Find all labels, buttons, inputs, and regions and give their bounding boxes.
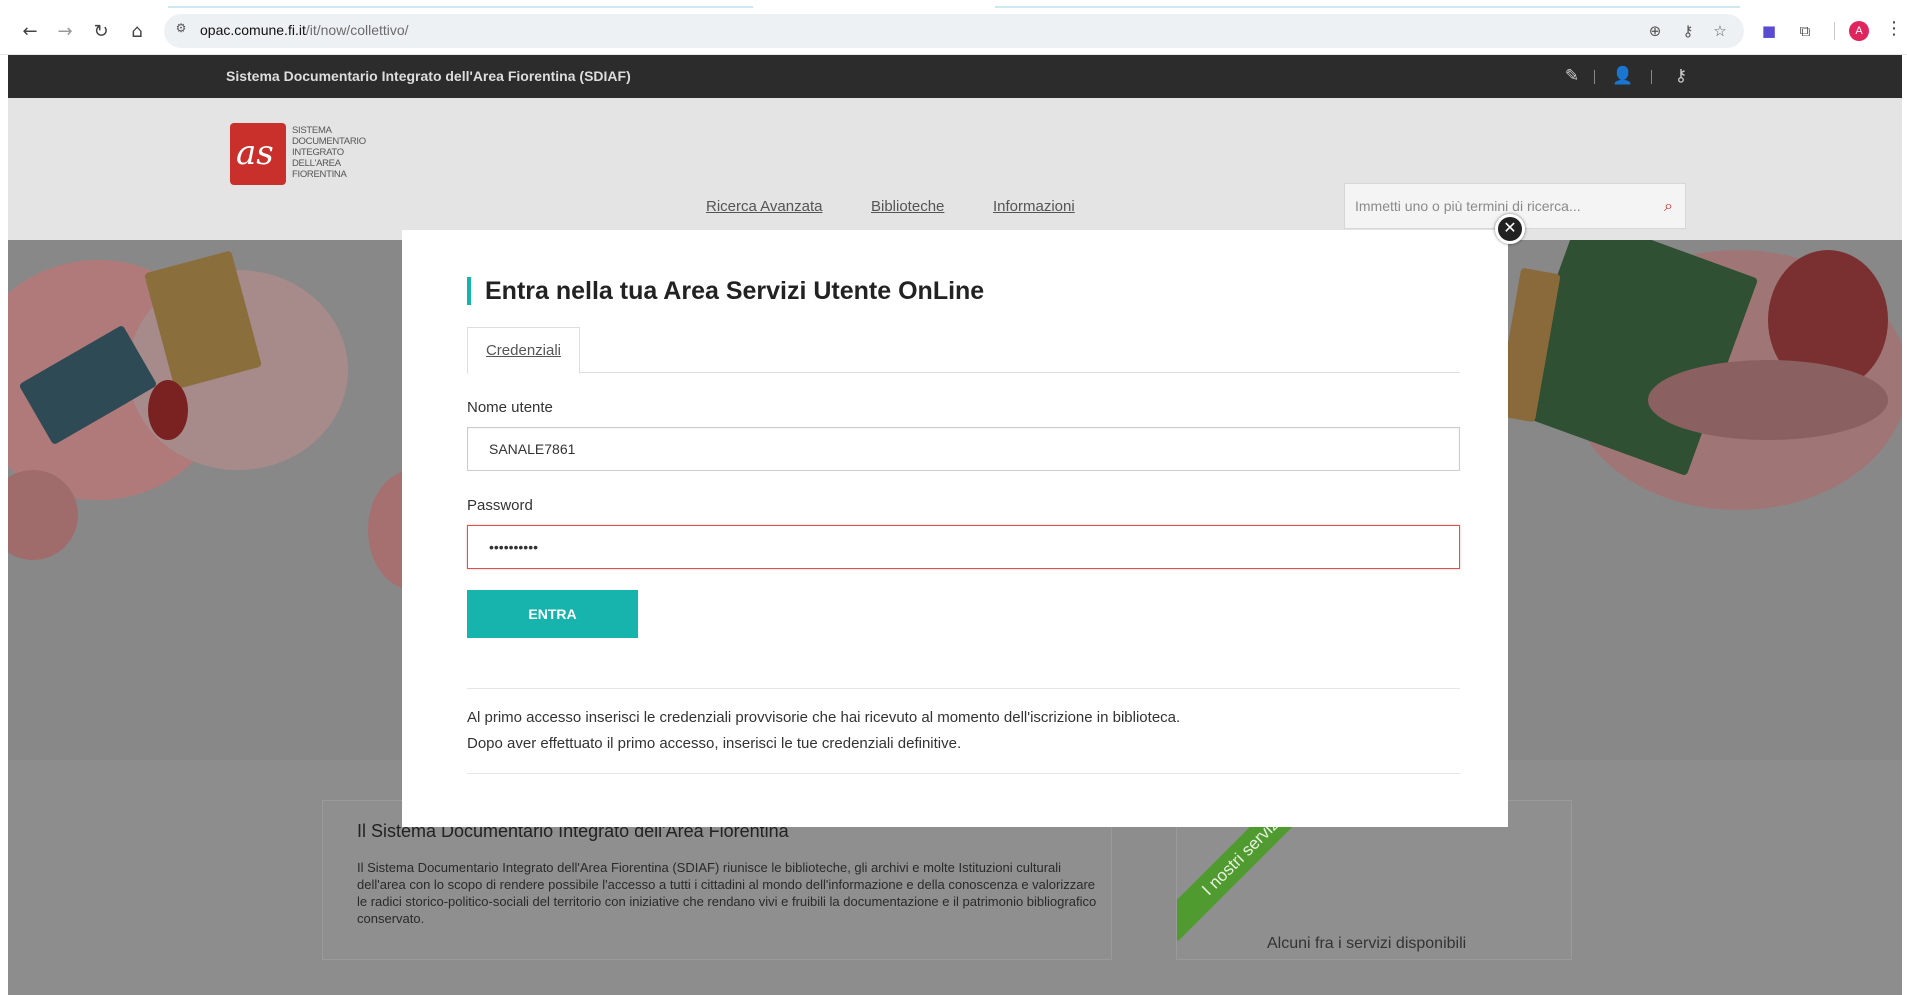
close-icon[interactable]: ✕ — [1495, 214, 1525, 244]
profile-avatar[interactable]: A — [1849, 21, 1869, 41]
bookmark-star-icon[interactable]: ☆ — [1709, 20, 1731, 42]
search-input[interactable] — [1355, 194, 1645, 218]
site-header: as SISTEMA DOCUMENTARIO INTEGRATO DELL'A… — [8, 98, 1902, 240]
site-topbar: Sistema Documentario Integrato dell'Area… — [8, 55, 1902, 98]
site-top-title: Sistema Documentario Integrato dell'Area… — [226, 68, 631, 84]
hero-decoration — [1648, 360, 1888, 440]
intro-text: Il Sistema Documentario Integrato dell'A… — [357, 860, 1097, 926]
password-label: Password — [467, 497, 533, 514]
username-label: Nome utente — [467, 399, 553, 416]
entra-button[interactable]: ENTRA — [467, 590, 638, 638]
modal-divider — [467, 773, 1460, 774]
key-icon[interactable]: ⚷ — [1668, 63, 1694, 89]
url-path: /it/now/collettivo/ — [305, 22, 409, 38]
reload-icon[interactable]: ↻ — [87, 18, 115, 44]
site-info-icon[interactable]: ⚙ — [170, 21, 192, 41]
forward-icon[interactable]: → — [51, 18, 79, 44]
password-field[interactable] — [467, 525, 1460, 569]
toolbar-divider — [1834, 22, 1835, 40]
tab-credenziali[interactable]: Credenziali — [467, 327, 580, 374]
user-icon[interactable]: 👤 — [1610, 63, 1636, 89]
sdiaf-logo[interactable]: as SISTEMA DOCUMENTARIO INTEGRATO DELL'A… — [230, 123, 370, 189]
definitive-credentials-note: Dopo aver effettuato il primo accesso, i… — [467, 735, 962, 752]
first-access-note: Al primo accesso inserisci le credenzial… — [467, 709, 1181, 726]
extensions-puzzle-icon[interactable]: ⧉ — [1794, 20, 1816, 42]
nav-biblioteche[interactable]: Biblioteche — [871, 198, 944, 215]
hero-decoration — [148, 380, 188, 440]
services-subtitle: Alcuni fra i servizi disponibili — [1267, 935, 1467, 952]
nav-ricerca-avanzata[interactable]: Ricerca Avanzata — [706, 198, 822, 215]
url-text[interactable]: opac.comune.fi.it/it/now/collettivo/ — [200, 22, 409, 38]
nav-informazioni[interactable]: Informazioni — [993, 198, 1075, 215]
logo-text: SISTEMA DOCUMENTARIO INTEGRATO DELL'AREA… — [292, 125, 366, 180]
edit-icon[interactable]: ✎ — [1559, 63, 1585, 89]
extension-icon[interactable]: ■ — [1758, 20, 1780, 42]
modal-divider — [467, 688, 1460, 689]
browser-menu-icon[interactable]: ⋮ — [1885, 18, 1903, 39]
modal-title: Entra nella tua Area Servizi Utente OnLi… — [467, 277, 984, 305]
back-icon[interactable]: ← — [16, 18, 44, 44]
url-host: opac.comune.fi.it — [200, 22, 306, 38]
credentials-tabs: Credenziali — [467, 327, 1460, 374]
tab-strip-line — [168, 6, 753, 8]
tab-strip-line — [995, 6, 1740, 8]
topbar-separator — [1651, 70, 1652, 84]
topbar-separator — [1594, 70, 1595, 84]
search-icon[interactable]: ⌕ — [1664, 196, 1673, 216]
zoom-icon[interactable]: ⊕ — [1644, 20, 1666, 42]
logo-mark: as — [230, 123, 286, 185]
username-field[interactable] — [467, 427, 1460, 471]
home-icon[interactable]: ⌂ — [123, 18, 151, 44]
password-key-icon[interactable]: ⚷ — [1677, 20, 1699, 42]
browser-toolbar: ← → ↻ ⌂ ⚙ opac.comune.fi.it/it/now/colle… — [0, 0, 1907, 55]
